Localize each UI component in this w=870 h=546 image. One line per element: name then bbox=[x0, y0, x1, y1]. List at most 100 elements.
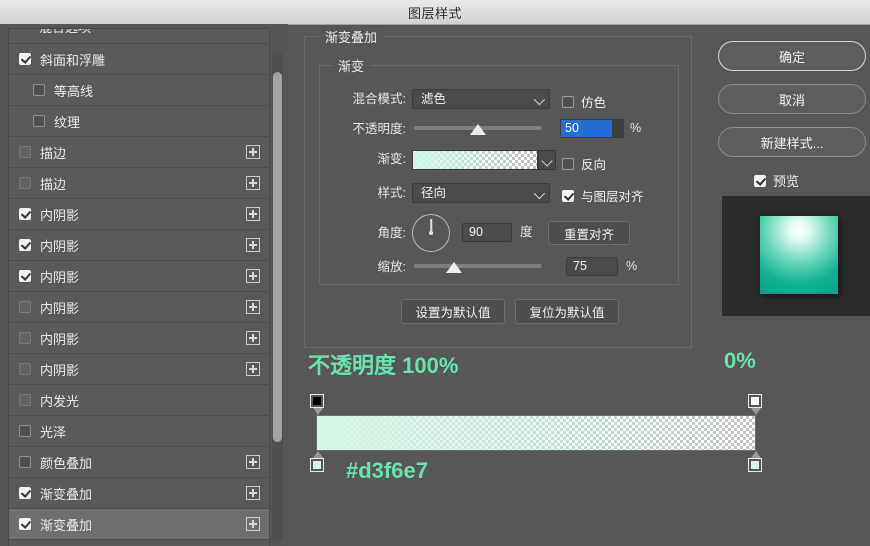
align-with-layer-checkbox[interactable]: 与图层对齐 bbox=[562, 186, 644, 205]
effect-row[interactable]: 内发光 bbox=[9, 385, 269, 416]
stop-pointer-icon bbox=[313, 408, 323, 415]
opacity-input[interactable]: 50 bbox=[560, 119, 624, 138]
effect-row-checkbox[interactable] bbox=[19, 518, 31, 530]
effect-row[interactable]: 等高线 bbox=[9, 75, 269, 106]
effect-row[interactable]: 渐变叠加 bbox=[9, 478, 269, 509]
effect-row-checkbox[interactable] bbox=[19, 394, 31, 406]
color-stop-left-swatch bbox=[313, 461, 321, 469]
angle-dial-hub bbox=[429, 231, 433, 235]
effect-row-label: 颜色叠加 bbox=[40, 455, 93, 471]
effect-row-label: 描边 bbox=[40, 145, 67, 161]
add-effect-icon[interactable] bbox=[246, 145, 260, 159]
add-effect-icon[interactable] bbox=[246, 331, 260, 345]
gradient-swatch[interactable] bbox=[412, 150, 538, 170]
color-stop-right[interactable] bbox=[748, 451, 762, 472]
effect-row-checkbox[interactable] bbox=[19, 456, 31, 468]
effect-row-checkbox[interactable] bbox=[33, 84, 45, 96]
dither-checkbox-box[interactable] bbox=[562, 95, 574, 108]
effect-row-checkbox[interactable] bbox=[19, 332, 31, 344]
effect-row[interactable]: 内阴影 bbox=[9, 199, 269, 230]
effect-row[interactable]: 内阴影 bbox=[9, 292, 269, 323]
effect-row-label: 渐变叠加 bbox=[40, 517, 93, 533]
opacity-stop-left[interactable] bbox=[310, 394, 324, 415]
effect-row[interactable]: 纹理 bbox=[9, 106, 269, 137]
add-effect-icon[interactable] bbox=[246, 176, 260, 190]
angle-value: 90 bbox=[469, 225, 483, 239]
add-effect-icon[interactable] bbox=[246, 207, 260, 221]
effect-row-checkbox[interactable] bbox=[19, 301, 31, 313]
reverse-label: 反向 bbox=[581, 158, 607, 172]
opacity-stop-right-swatch bbox=[751, 397, 759, 405]
add-effect-icon[interactable] bbox=[246, 486, 260, 500]
opacity-value: 50 bbox=[561, 120, 582, 137]
effect-row-checkbox[interactable] bbox=[33, 115, 45, 127]
effect-row-checkbox[interactable] bbox=[19, 177, 31, 189]
effect-row-checkbox[interactable] bbox=[19, 146, 31, 158]
effect-row[interactable]: 斜面和浮雕 bbox=[9, 44, 269, 75]
effect-row-label: 内发光 bbox=[40, 393, 80, 409]
gradient-overlay-group-title: 渐变叠加 bbox=[319, 27, 384, 47]
gradient-editor-overlay: 不透明度 100% 0% #d3f6e7 bbox=[296, 340, 870, 490]
reset-align-button[interactable]: 重置对齐 bbox=[548, 221, 630, 245]
gradient-bar[interactable] bbox=[310, 394, 762, 472]
effect-row[interactable]: 颜色叠加 bbox=[9, 447, 269, 478]
add-effect-icon[interactable] bbox=[246, 517, 260, 531]
effect-row[interactable]: 内阴影 bbox=[9, 261, 269, 292]
preview-checkbox-box[interactable] bbox=[754, 174, 767, 187]
dither-checkbox[interactable]: 仿色 bbox=[562, 92, 606, 111]
add-effect-icon[interactable] bbox=[246, 300, 260, 314]
angle-dial[interactable] bbox=[412, 214, 450, 252]
gradient-overlay-group: 渐变叠加 渐变 混合模式: 滤色 仿色 不透明度: 50 % 渐变: 反向 样式… bbox=[304, 27, 692, 348]
add-effect-icon[interactable] bbox=[246, 362, 260, 376]
chevron-down-icon bbox=[533, 187, 546, 200]
effect-row-label: 内阴影 bbox=[40, 300, 80, 316]
reverse-checkbox-box[interactable] bbox=[562, 157, 574, 170]
effect-row-checkbox[interactable] bbox=[19, 270, 31, 282]
reset-to-default-button[interactable]: 复位为默认值 bbox=[515, 299, 619, 324]
scale-slider[interactable] bbox=[414, 256, 542, 276]
scale-input[interactable]: 75 bbox=[566, 257, 618, 276]
color-stop-left[interactable] bbox=[310, 451, 324, 472]
angle-input[interactable]: 90 bbox=[462, 223, 512, 242]
opacity-slider-thumb[interactable] bbox=[470, 124, 486, 135]
set-as-default-button[interactable]: 设置为默认值 bbox=[401, 299, 505, 324]
effect-row[interactable]: 渐变叠加 bbox=[9, 509, 269, 540]
style-value: 径向 bbox=[421, 186, 447, 200]
opacity-stop-right[interactable] bbox=[748, 394, 762, 415]
effect-row[interactable]: 描边 bbox=[9, 168, 269, 199]
opacity-input-selection bbox=[581, 120, 612, 137]
effect-row-checkbox[interactable] bbox=[19, 239, 31, 251]
effect-row[interactable]: 内阴影 bbox=[9, 323, 269, 354]
scale-slider-thumb[interactable] bbox=[445, 262, 462, 273]
add-effect-icon[interactable] bbox=[246, 455, 260, 469]
style-select[interactable]: 径向 bbox=[412, 183, 550, 203]
effects-list-clipped-row[interactable]: 混合选项 bbox=[9, 29, 269, 44]
effect-row-checkbox[interactable] bbox=[19, 208, 31, 220]
align-with-layer-checkbox-box[interactable] bbox=[562, 189, 574, 202]
effect-row[interactable]: 光泽 bbox=[9, 416, 269, 447]
add-effect-icon[interactable] bbox=[246, 238, 260, 252]
effect-row-checkbox[interactable] bbox=[19, 53, 31, 65]
effect-row-label: 内阴影 bbox=[40, 269, 80, 285]
opacity-0-annotation: 0% bbox=[724, 348, 756, 373]
reverse-checkbox[interactable]: 反向 bbox=[562, 154, 606, 173]
effect-row[interactable]: 内阴影 bbox=[9, 354, 269, 385]
gradient-preset-dropdown[interactable] bbox=[538, 150, 556, 170]
scale-unit: % bbox=[626, 259, 638, 273]
add-effect-icon[interactable] bbox=[246, 269, 260, 283]
blend-mode-value: 滤色 bbox=[421, 92, 447, 106]
opacity-slider[interactable] bbox=[414, 118, 542, 138]
effect-row-checkbox[interactable] bbox=[19, 487, 31, 499]
cancel-button[interactable]: 取消 bbox=[718, 84, 866, 114]
blend-mode-select[interactable]: 滤色 bbox=[412, 89, 550, 109]
effects-scrollbar-thumb[interactable] bbox=[273, 72, 282, 442]
scale-slider-track bbox=[414, 264, 542, 268]
effect-row-checkbox[interactable] bbox=[19, 425, 31, 437]
new-style-button[interactable]: 新建样式... bbox=[718, 127, 866, 157]
ok-button[interactable]: 确定 bbox=[718, 41, 866, 71]
effect-row-label: 渐变叠加 bbox=[40, 486, 93, 502]
effect-row[interactable]: 内阴影 bbox=[9, 230, 269, 261]
preview-checkbox[interactable]: 预览 bbox=[754, 171, 799, 190]
effect-row[interactable]: 描边 bbox=[9, 137, 269, 168]
effect-row-checkbox[interactable] bbox=[19, 363, 31, 375]
